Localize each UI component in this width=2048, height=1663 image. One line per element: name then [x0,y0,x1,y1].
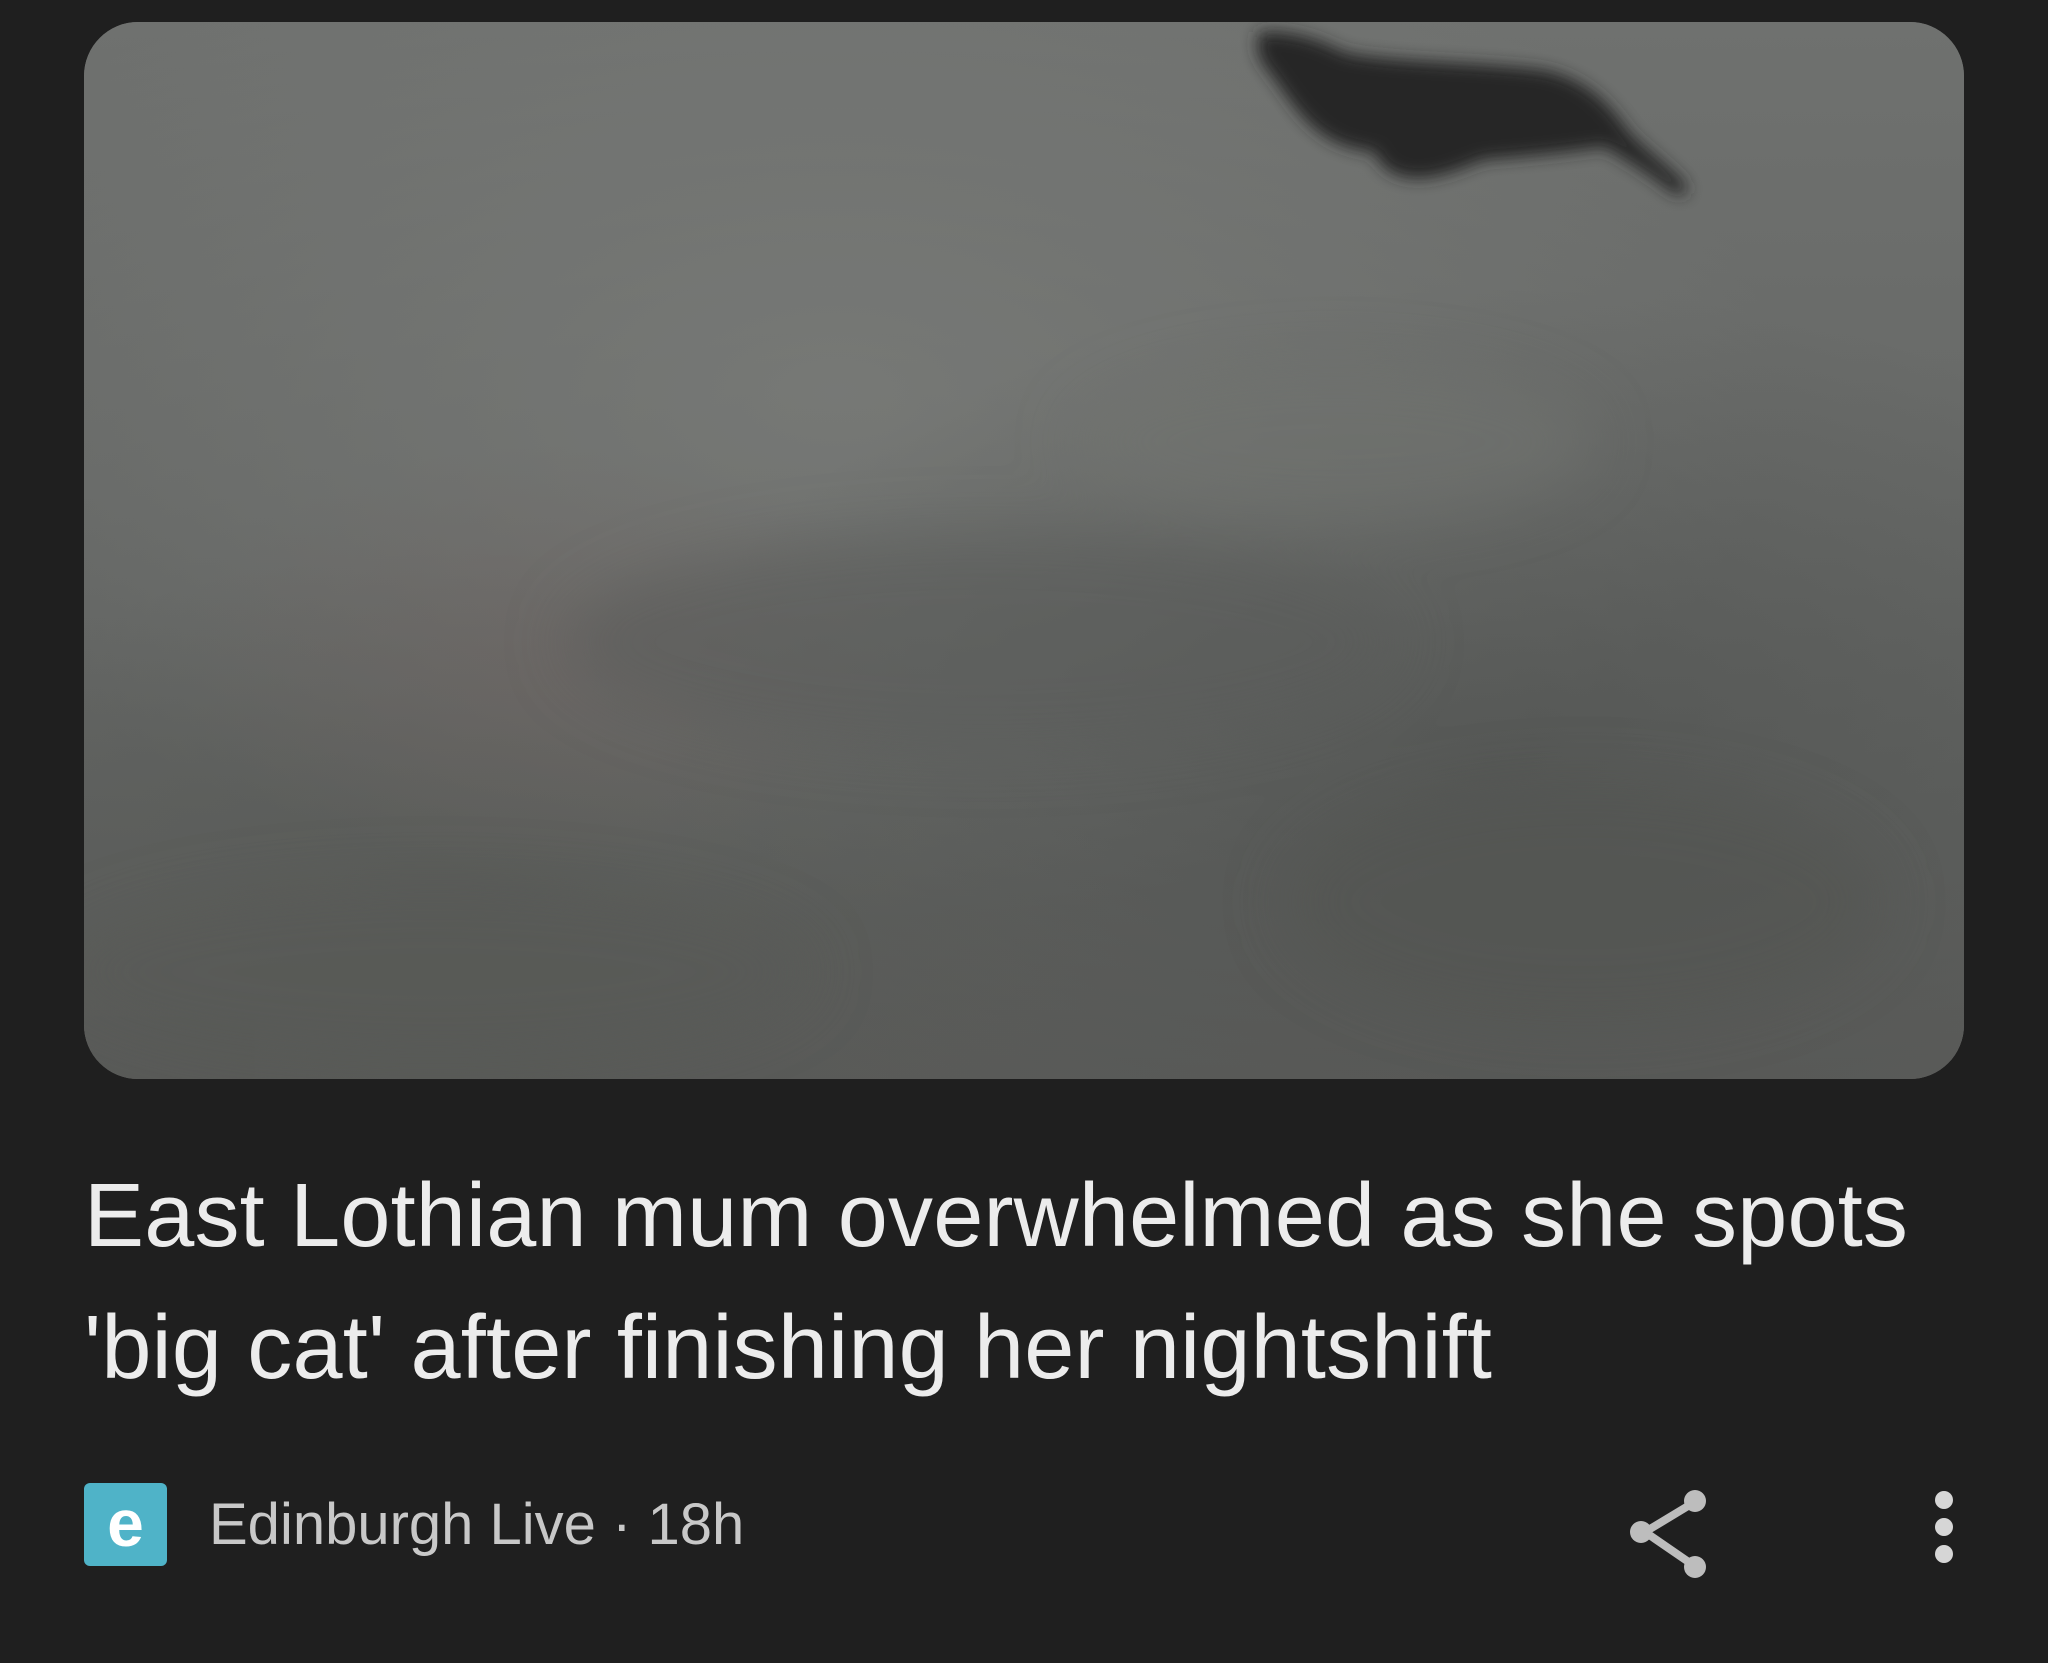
share-button[interactable] [1619,1480,1723,1584]
article-meta-row: e Edinburgh Live · 18h [84,1480,1964,1578]
foggy-field-photo [84,22,1964,1079]
meta-separator: · [612,1492,632,1557]
news-feed-card[interactable]: East Lothian mum overwhelmed as she spot… [0,0,2048,1663]
article-age: 18h [647,1492,745,1557]
article-headline[interactable]: East Lothian mum overwhelmed as she spot… [84,1150,1944,1414]
source-logo: e [84,1483,167,1566]
more-options-button[interactable] [1914,1480,1974,1584]
article-thumbnail[interactable] [84,22,1964,1079]
more-vertical-icon [1935,1491,1953,1563]
source-name: Edinburgh Live [209,1492,596,1557]
share-icon [1630,1490,1706,1578]
source-attribution[interactable]: Edinburgh Live · 18h [209,1488,744,1562]
